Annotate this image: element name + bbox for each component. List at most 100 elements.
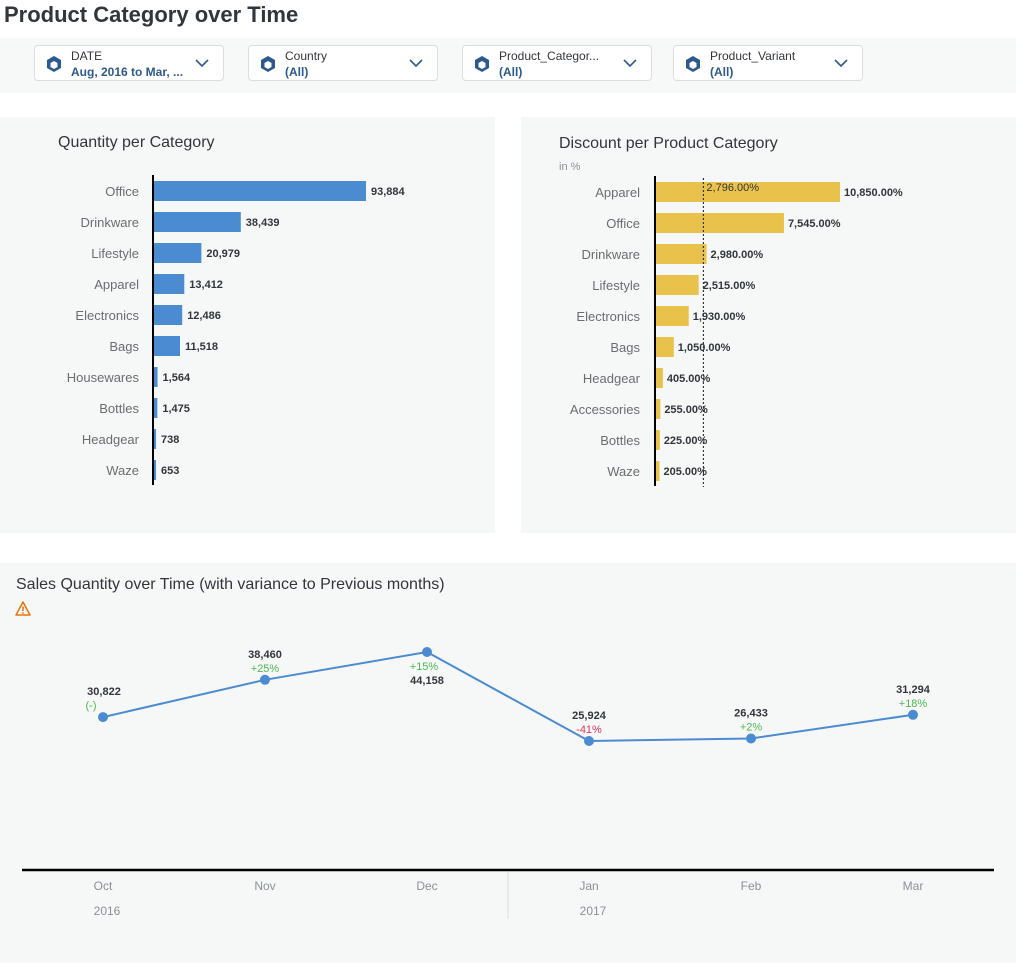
data-label: 205.00% — [663, 466, 707, 478]
category-label: Lifestyle — [592, 278, 640, 293]
data-label: 225.00% — [664, 435, 708, 447]
category-label: Headgear — [82, 432, 140, 447]
data-label: 93,884 — [371, 186, 406, 198]
product-variant-filter[interactable]: Product_Variant (All) — [673, 45, 863, 81]
bar — [154, 460, 156, 480]
data-label: 1,564 — [163, 372, 191, 384]
discount-bar-chart: Apparel 10,850.00% Office 7,545.00% Drinkwar… — [570, 176, 903, 487]
bar — [154, 398, 158, 418]
data-label: 738 — [161, 434, 179, 446]
x-tick-label: Feb — [741, 879, 762, 893]
bar — [656, 213, 784, 233]
date-filter[interactable]: DATE Aug, 2016 to Mar, ... — [34, 45, 224, 81]
data-label: 38,460 — [248, 649, 282, 661]
bar — [154, 367, 158, 387]
data-label: 26,433 — [734, 708, 768, 720]
filter-bar: DATE Aug, 2016 to Mar, ... Country (All)… — [0, 38, 1016, 93]
category-label: Apparel — [595, 185, 640, 200]
filter-label: Country — [285, 49, 328, 63]
data-label: 2,980.00% — [711, 249, 764, 261]
data-point — [98, 712, 108, 723]
category-label: Lifestyle — [91, 246, 139, 261]
reference-line-label: 2,796.00% — [706, 182, 759, 194]
data-point — [908, 709, 918, 720]
cube-icon — [261, 56, 275, 72]
bar — [154, 243, 202, 263]
bar — [154, 305, 183, 325]
data-point — [746, 733, 756, 744]
data-label: 11,518 — [185, 341, 218, 353]
filter-value: (All) — [710, 65, 734, 79]
cube-icon — [686, 56, 700, 72]
data-label: 30,822 — [87, 686, 121, 698]
sales-line-chart-card: Sales Quantity over Time (with variance … — [0, 563, 1016, 963]
filter-value: (All) — [499, 65, 523, 79]
quantity-bar-chart: Office 93,884 Drinkware 38,439 Lifestyle 20,9… — [67, 175, 406, 485]
data-label: 1,930.00% — [693, 311, 746, 323]
data-label: 1,475 — [162, 403, 190, 415]
series-line — [102, 650, 914, 743]
bar — [656, 275, 699, 295]
category-label: Waze — [106, 463, 139, 478]
category-label: Bottles — [99, 401, 139, 416]
x-tick-label: Mar — [903, 879, 924, 893]
bar — [656, 337, 674, 357]
category-label: Headgear — [583, 371, 641, 386]
quantity-chart-card: Quantity per Category Office 93,884 Drinkw… — [0, 117, 495, 533]
category-label: Office — [606, 216, 640, 231]
category-label: Apparel — [94, 277, 139, 292]
year-label: 2016 — [94, 904, 121, 918]
discount-chart-card: Discount per Product Category in % Appar… — [521, 117, 1016, 533]
x-tick-label: Dec — [416, 879, 437, 893]
bar — [154, 336, 181, 356]
variance-label: (-) — [86, 700, 97, 712]
year-label: 2017 — [580, 904, 607, 918]
category-label: Office — [105, 184, 139, 199]
cube-icon — [475, 56, 489, 72]
category-label: Housewares — [67, 370, 140, 385]
chevron-down-icon — [834, 59, 848, 68]
filter-value: (All) — [285, 65, 309, 79]
x-tick-label: Oct — [94, 879, 113, 893]
data-label: 13,412 — [189, 279, 223, 291]
category-label: Bags — [109, 339, 139, 354]
filter-label: Product_Variant — [710, 49, 796, 63]
country-filter[interactable]: Country (All) — [248, 45, 438, 81]
data-point — [584, 736, 594, 746]
data-label: 2,515.00% — [703, 280, 756, 292]
bar — [656, 461, 660, 481]
product-category-filter[interactable]: Product_Categor... (All) — [462, 45, 652, 81]
bar — [656, 306, 689, 326]
data-label: 38,439 — [246, 217, 280, 229]
data-label: 31,294 — [896, 684, 931, 696]
category-label: Drinkware — [80, 215, 139, 230]
variance-label: +18% — [899, 698, 928, 710]
filter-label: DATE — [71, 49, 103, 63]
variance-label: -41% — [576, 724, 602, 736]
x-tick-label: Nov — [254, 879, 275, 893]
bar — [154, 429, 156, 449]
x-tick-label: Jan — [579, 879, 598, 893]
variance-label: +2% — [740, 722, 763, 734]
bar — [656, 244, 707, 264]
cube-icon — [47, 56, 61, 72]
data-label: 1,050.00% — [678, 342, 731, 354]
category-label: Waze — [607, 464, 640, 479]
bar — [154, 212, 241, 232]
data-label: 10,850.00% — [844, 187, 903, 199]
warning-icon[interactable] — [15, 601, 31, 616]
data-label: 7,545.00% — [788, 218, 841, 230]
bar — [154, 181, 366, 201]
sales-line-chart: 30,822 (-) 38,460 +25% +15% 44,158 25,924 -41% 2… — [22, 647, 994, 919]
variance-label: +15% — [410, 661, 439, 673]
chevron-down-icon — [623, 59, 637, 68]
bar — [656, 368, 663, 388]
category-label: Electronics — [75, 308, 139, 323]
chevron-down-icon — [409, 59, 423, 68]
bar — [656, 430, 660, 450]
bar — [154, 274, 185, 294]
data-point — [422, 647, 432, 657]
category-label: Electronics — [576, 309, 640, 324]
category-label: Accessories — [570, 402, 641, 417]
filter-value: Aug, 2016 to Mar, ... — [71, 65, 184, 79]
